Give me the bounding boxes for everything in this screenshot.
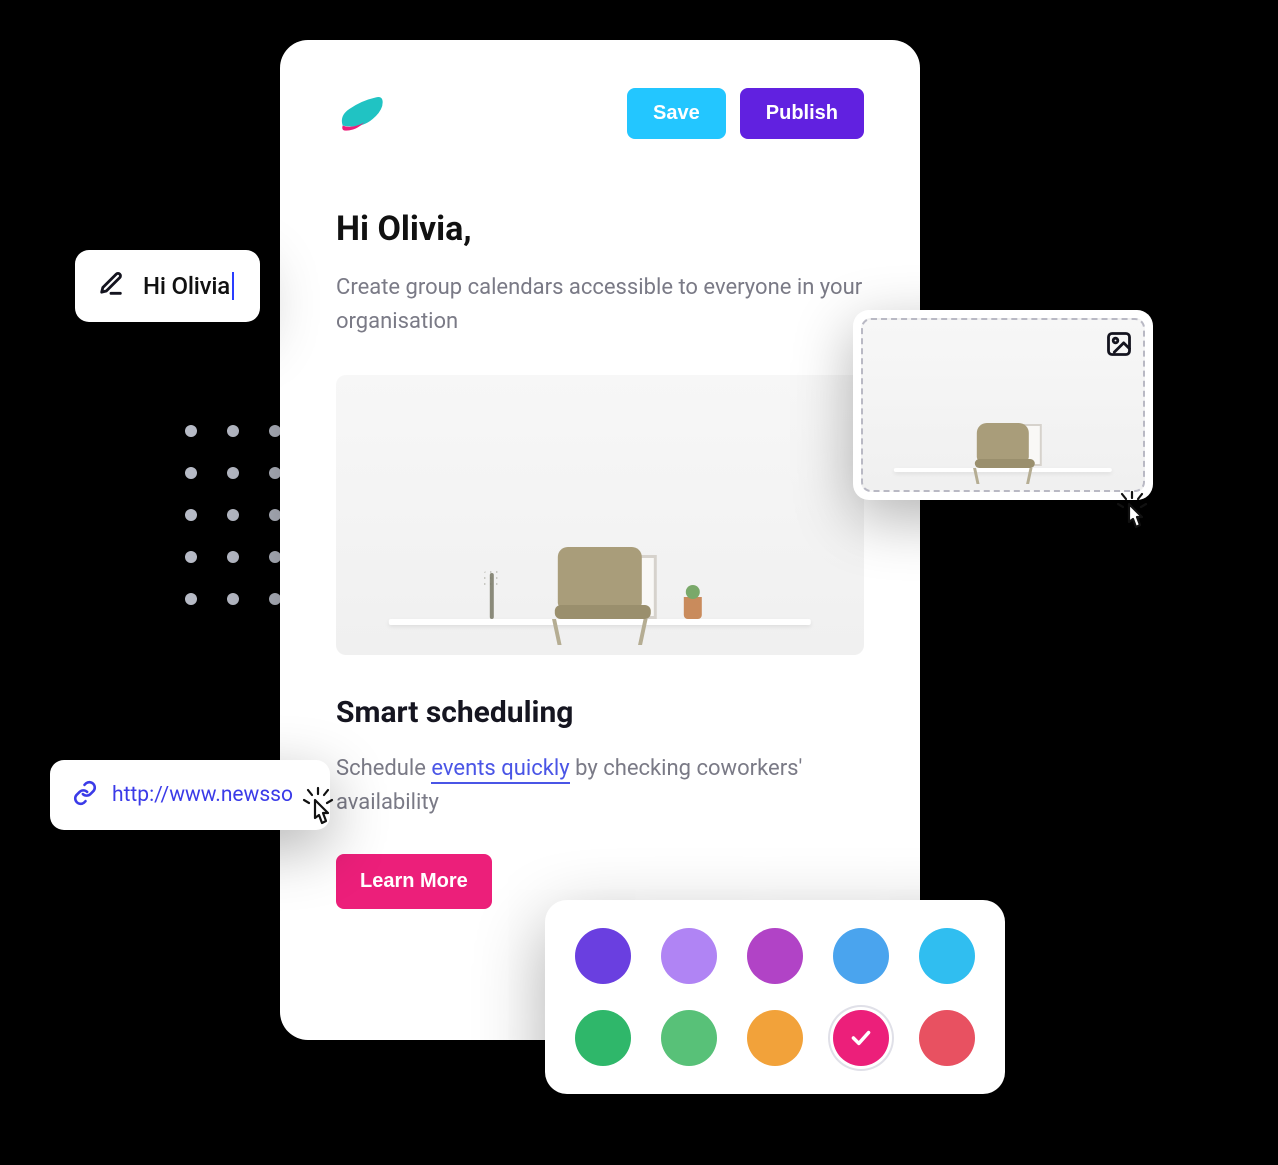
color-swatch[interactable] bbox=[833, 928, 889, 984]
cursor-click-icon bbox=[298, 786, 338, 830]
edit-icon bbox=[97, 270, 125, 302]
save-button[interactable]: Save bbox=[627, 88, 726, 139]
greeting-heading[interactable]: Hi Olivia, bbox=[336, 209, 864, 249]
color-swatch[interactable] bbox=[747, 928, 803, 984]
color-swatch[interactable] bbox=[747, 1010, 803, 1066]
section-heading[interactable]: Smart scheduling bbox=[336, 695, 864, 730]
color-swatch[interactable] bbox=[661, 1010, 717, 1066]
hero-image-block[interactable] bbox=[336, 375, 864, 655]
color-swatch[interactable] bbox=[661, 928, 717, 984]
color-swatch[interactable] bbox=[919, 1010, 975, 1066]
brand-logo bbox=[336, 92, 386, 136]
publish-button[interactable]: Publish bbox=[740, 88, 864, 139]
editor-header: Save Publish bbox=[336, 88, 864, 139]
color-swatch[interactable] bbox=[575, 1010, 631, 1066]
text-edit-popover[interactable]: Hi Olivia bbox=[75, 250, 260, 322]
learn-more-button[interactable]: Learn More bbox=[336, 854, 492, 909]
color-swatch[interactable] bbox=[919, 928, 975, 984]
link-icon bbox=[72, 780, 98, 810]
link-url-value[interactable]: http://www.newsso bbox=[112, 783, 293, 807]
color-swatch[interactable] bbox=[833, 1010, 889, 1066]
image-icon bbox=[1105, 330, 1133, 362]
dot-grid-decoration bbox=[185, 425, 281, 605]
email-editor-card: Save Publish Hi Olivia, Create group cal… bbox=[280, 40, 920, 1040]
section-text-pre: Schedule bbox=[336, 756, 431, 781]
color-palette-popover[interactable] bbox=[545, 900, 1005, 1094]
section-text[interactable]: Schedule events quickly by checking cowo… bbox=[336, 752, 864, 820]
color-swatch[interactable] bbox=[575, 928, 631, 984]
inline-link[interactable]: events quickly bbox=[431, 756, 569, 784]
intro-text[interactable]: Create group calendars accessible to eve… bbox=[336, 271, 864, 339]
link-edit-popover[interactable]: http://www.newsso bbox=[50, 760, 330, 830]
cursor-click-icon bbox=[1112, 490, 1152, 534]
edit-input-value[interactable]: Hi Olivia bbox=[143, 272, 234, 300]
check-icon bbox=[848, 1025, 874, 1051]
image-dropzone[interactable] bbox=[853, 310, 1153, 500]
